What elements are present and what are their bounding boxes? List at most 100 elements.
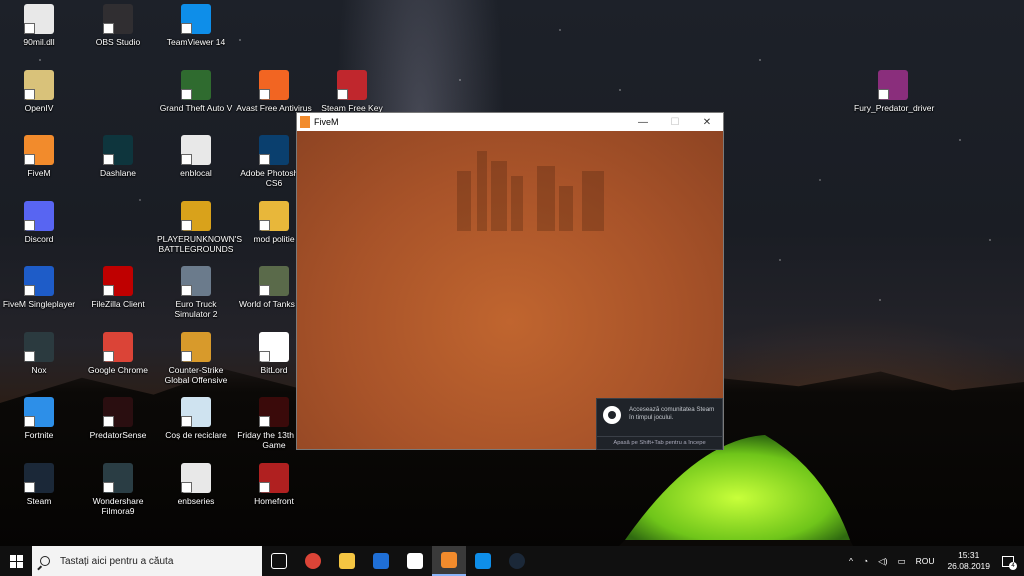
taskbar-task-view-button[interactable]	[262, 546, 296, 576]
clock-date: 26.08.2019	[947, 561, 990, 571]
mail-icon	[407, 553, 423, 569]
language-indicator[interactable]: ROU	[911, 556, 940, 566]
teamviewer-icon	[181, 4, 211, 34]
volume-icon[interactable]: ◁)	[873, 556, 892, 567]
taskbar-search-box[interactable]: Tastați aici pentru a căuta	[32, 546, 262, 576]
desktop-icon[interactable]: Euro Truck Simulator 2	[157, 266, 235, 319]
photoshop-icon	[259, 135, 289, 165]
desktop-icon[interactable]: 90mil.dll	[0, 4, 78, 47]
minimize-button[interactable]: —	[627, 113, 659, 131]
desktop-icon-label: PredatorSense	[89, 430, 147, 440]
desktop-icon[interactable]: Steam Free Key	[313, 69, 391, 113]
pubg-icon	[181, 200, 211, 231]
desktop-icon[interactable]: Homefront	[235, 462, 313, 506]
winrar-icon	[878, 69, 908, 100]
desktop-icon-label: PLAYERUNKNOWN'S BATTLEGROUNDS	[157, 233, 243, 254]
desktop-icon-label: Grand Theft Auto V	[159, 102, 233, 113]
taskbar-mail-button[interactable]	[398, 546, 432, 576]
desktop-icon[interactable]: Nox	[0, 331, 78, 375]
dashlane-icon	[103, 135, 133, 165]
window-titlebar[interactable]: FiveM — ☐ ✕	[297, 113, 723, 131]
fivem-icon	[24, 135, 54, 165]
desktop-icon[interactable]: Counter-Strike Global Offensive	[157, 331, 235, 385]
taskbar-clock[interactable]: 15:31 26.08.2019	[939, 550, 998, 572]
desktop-icon[interactable]: FiveM	[0, 135, 78, 178]
clock-time: 15:31	[958, 550, 980, 560]
desktop-icon[interactable]: PredatorSense	[79, 397, 157, 440]
desktop-icon[interactable]: Steam	[0, 462, 78, 506]
battery-icon[interactable]: ▭	[893, 556, 911, 567]
friday13-icon	[259, 397, 289, 427]
desktop-icon-label: Avast Free Antivirus	[236, 102, 312, 113]
fivem-icon	[441, 552, 457, 568]
chevron-up-icon[interactable]: ^	[844, 556, 858, 566]
maximize-button[interactable]: ☐	[659, 113, 691, 131]
desktop-icon-label: OBS Studio	[95, 37, 141, 47]
desktop-icon-label: enbseries	[177, 495, 215, 506]
desktop-icon-label: Google Chrome	[87, 364, 148, 375]
desktop-icon-label: Homefront	[254, 495, 294, 506]
obs-icon	[103, 4, 133, 34]
desktop-icon[interactable]: Fortnite	[0, 397, 78, 440]
desktop-icon[interactable]: Grand Theft Auto V	[157, 69, 235, 113]
gtav-icon	[181, 69, 211, 100]
system-tray: ^ ◔ ◁) ▭ ROU 15:31 26.08.2019 4	[844, 546, 1024, 576]
taskbar-chrome-button[interactable]	[296, 546, 330, 576]
network-icon[interactable]: ◔	[858, 556, 873, 566]
desktop-icon[interactable]: OpenIV	[0, 69, 78, 113]
fivem-sp-icon	[24, 266, 54, 296]
desktop-icon-label: Discord	[24, 233, 54, 244]
desktop-icon[interactable]: FiveM Singleplayer	[0, 266, 78, 309]
close-button[interactable]: ✕	[691, 113, 723, 131]
search-icon	[40, 556, 50, 566]
steam-icon	[603, 406, 621, 424]
desktop-icon[interactable]: TeamViewer 14	[157, 4, 235, 47]
desktop-icon[interactable]: Google Chrome	[79, 331, 157, 375]
desktop-icon-label: OpenIV	[24, 102, 54, 113]
file-icon	[24, 4, 54, 34]
predator-icon	[103, 397, 133, 427]
desktop-icon-label: Wondershare Filmora9	[92, 495, 144, 516]
settings-file-icon	[181, 462, 211, 493]
desktop-icon[interactable]: Avast Free Antivirus	[235, 69, 313, 113]
desktop-icon[interactable]: Discord	[0, 200, 78, 244]
recycle-bin-icon	[181, 397, 211, 427]
taskbar: Tastați aici pentru a căuta ^ ◔ ◁) ▭ ROU…	[0, 546, 1024, 576]
taskbar-steam-button[interactable]	[500, 546, 534, 576]
desktop-icon[interactable]: Fury_Predator_driver	[854, 69, 934, 113]
action-center-button[interactable]: 4	[998, 551, 1018, 571]
task-view-icon	[271, 553, 287, 569]
desktop-icon-label: TeamViewer 14	[166, 37, 226, 47]
desktop-icon-label: Steam Free Key	[321, 102, 383, 113]
ets2-icon	[181, 266, 211, 296]
desktop-icon-label: FiveM	[27, 168, 51, 178]
desktop-icon[interactable]: Dashlane	[79, 135, 157, 178]
filmora-icon	[103, 462, 133, 493]
steam-overlay-notification[interactable]: Accesează comunitatea Steam în timpul jo…	[596, 398, 723, 450]
steam-overlay-message: Accesează comunitatea Steam în timpul jo…	[629, 406, 715, 421]
chrome-icon	[305, 553, 321, 569]
steam-overlay-hint: Apasă pe Shift+Tab pentru a începe	[597, 436, 722, 449]
taskbar-file-explorer-button[interactable]	[330, 546, 364, 576]
taskbar-microsoft-store-button[interactable]	[364, 546, 398, 576]
desktop-icon[interactable]: enblocal	[157, 135, 235, 178]
desktop-icon[interactable]: PLAYERUNKNOWN'S BATTLEGROUNDS	[157, 200, 243, 254]
desktop-icon-label: Counter-Strike Global Offensive	[164, 364, 228, 385]
desktop-icon[interactable]: enbseries	[157, 462, 235, 506]
settings-file-icon	[181, 135, 211, 165]
desktop-icon[interactable]: OBS Studio	[79, 4, 157, 47]
search-placeholder: Tastați aici pentru a căuta	[60, 555, 174, 567]
taskbar-teamviewer-button[interactable]	[466, 546, 500, 576]
start-button[interactable]	[0, 546, 32, 576]
avast-icon	[259, 69, 289, 100]
desktop-icon-label: enblocal	[180, 168, 212, 178]
desktop-icon-label: Nox	[31, 364, 47, 375]
desktop-icon-label: Coș de reciclare	[165, 430, 227, 440]
desktop-icon[interactable]: FileZilla Client	[79, 266, 157, 309]
folder-icon	[259, 200, 289, 231]
csgo-icon	[181, 331, 211, 362]
desktop-icon[interactable]: Coș de reciclare	[157, 397, 235, 440]
desktop-icon[interactable]: Wondershare Filmora9	[79, 462, 157, 516]
fortnite-icon	[24, 397, 54, 427]
taskbar-fivem-button[interactable]	[432, 546, 466, 576]
